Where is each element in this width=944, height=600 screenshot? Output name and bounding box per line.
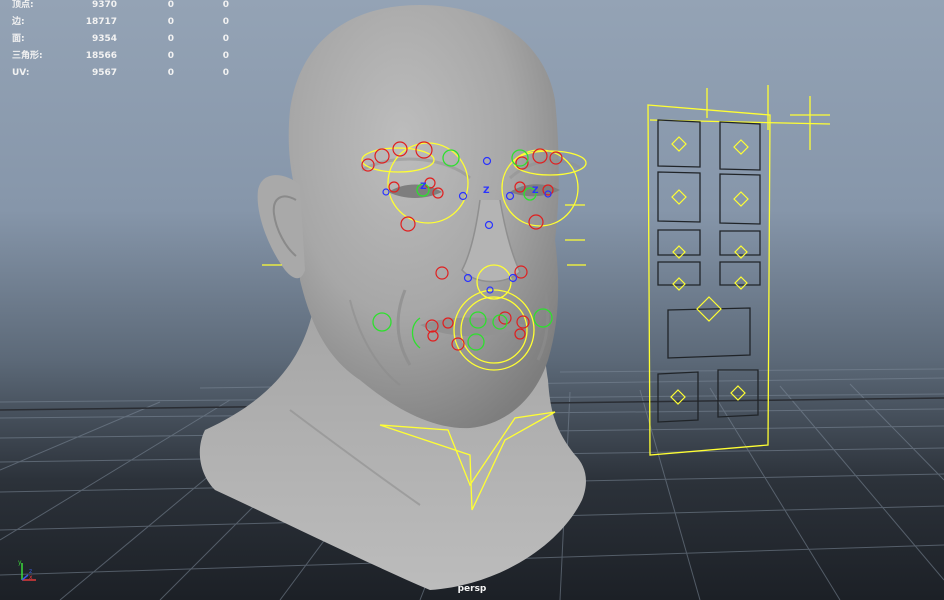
hud-value: 0 (222, 0, 229, 10)
hud-value: 9567 (91, 68, 117, 78)
hud-row-faces: 面: 9354 0 0 (10, 34, 230, 51)
hud-value: 0 (167, 51, 174, 61)
hud-value: 0 (222, 17, 229, 27)
hud-row-uvs: UV: 9567 0 0 (10, 68, 230, 85)
hud-value: 9370 (91, 0, 117, 10)
hud-label: 顶点: (12, 0, 34, 10)
svg-text:Z: Z (420, 182, 427, 192)
hud-value: 0 (222, 51, 229, 61)
poly-count-hud: 顶点: 9370 0 0 边: 18717 0 0 面: 9354 0 0 三角… (10, 0, 230, 85)
hud-value: 0 (167, 34, 174, 44)
hud-row-triangles: 三角形: 18566 0 0 (10, 51, 230, 68)
hud-value: 0 (167, 17, 174, 27)
panel-slots (657, 119, 761, 423)
hud-value: 0 (222, 34, 229, 44)
hud-value: 0 (167, 68, 174, 78)
hud-label: 三角形: (12, 51, 43, 61)
svg-text:x: x (29, 574, 33, 581)
svg-text:Z: Z (483, 186, 490, 196)
hud-value: 18566 (85, 51, 117, 61)
maya-viewport[interactable]: { "viewport": { "camera": "persp", "hud"… (0, 0, 944, 600)
hud-value: 0 (222, 68, 229, 78)
svg-text:y: y (18, 559, 22, 566)
hud-label: 边: (12, 17, 25, 27)
hud-label: UV: (12, 68, 30, 78)
hud-value: 0 (167, 0, 174, 10)
ear-mesh (257, 175, 305, 279)
hud-row-vertices: 顶点: 9370 0 0 (10, 0, 230, 17)
svg-text:Z: Z (532, 186, 539, 196)
hud-value: 9354 (91, 34, 117, 44)
panel-handles (670, 136, 749, 405)
viewport-scene: Z Z Z (0, 5, 944, 600)
hud-value: 18717 (85, 17, 117, 27)
svg-text:z: z (29, 568, 32, 575)
hud-row-edges: 边: 18717 0 0 (10, 17, 230, 34)
camera-name-label: persp (457, 584, 487, 594)
hud-label: 面: (12, 34, 25, 44)
